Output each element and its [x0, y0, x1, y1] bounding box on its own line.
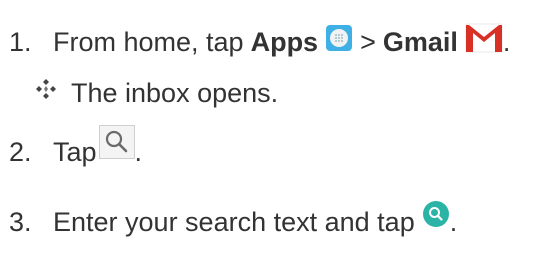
result-text: The inbox opens.	[71, 77, 279, 108]
gmail-label: Gmail	[382, 26, 458, 57]
result-line: The inbox opens.	[34, 73, 278, 113]
step-1: 1. From home, tap Apps > Gmail .	[0, 22, 510, 62]
apps-label: Apps	[250, 26, 319, 57]
search-icon	[98, 125, 135, 159]
diamond-bullet-icon	[34, 77, 58, 101]
separator: >	[360, 26, 376, 57]
step-trailing: .	[449, 206, 458, 237]
step-trailing: .	[134, 136, 143, 167]
step-number: 3.	[9, 206, 32, 237]
step-text: Enter your search text and tap	[53, 206, 415, 237]
instructions-page: { "steps": [ { "number": "1.", "text_bef…	[0, 0, 541, 262]
gmail-icon	[465, 23, 503, 53]
step-number: 1.	[9, 26, 32, 57]
step-number: 2.	[9, 136, 32, 167]
step-text: Tap	[53, 136, 97, 167]
search-go-icon	[422, 200, 450, 228]
step-trailing: .	[502, 26, 511, 57]
step-3: 3. Enter your search text and tap .	[0, 200, 458, 242]
step-text: From home, tap	[53, 26, 244, 57]
apps-icon	[325, 24, 353, 52]
step-2: 2. Tap .	[0, 125, 143, 172]
